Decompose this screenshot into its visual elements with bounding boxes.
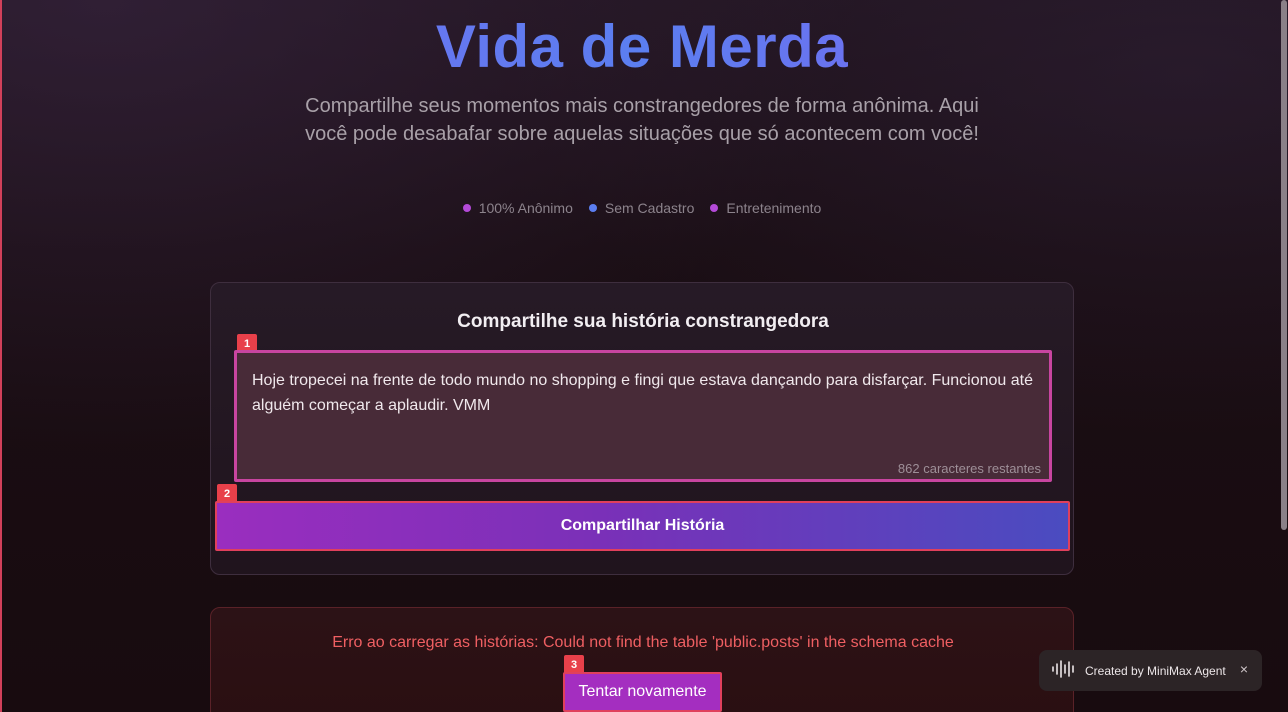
feature-label: 100% Anônimo <box>478 200 573 216</box>
feature-dot-icon <box>588 204 597 212</box>
minimax-label: Created by MiniMax Agent <box>1085 663 1226 678</box>
feature-entertainment: Entretenimento <box>710 200 821 216</box>
error-panel: Erro ao carregar as histórias: Could not… <box>210 607 1074 712</box>
page: Vida de Merda Compartilhe seus momentos … <box>0 0 1288 712</box>
site-subtitle: Compartilhe seus momentos mais constrang… <box>305 95 979 145</box>
close-icon[interactable]: × <box>1240 661 1248 677</box>
form-title: Compartilhe sua história constrangedora <box>457 311 829 332</box>
minimax-badge[interactable]: Created by MiniMax Agent × <box>1039 650 1262 691</box>
scrollbar-thumb[interactable] <box>1281 0 1287 530</box>
feature-anonymous: 100% Anônimo <box>462 200 573 216</box>
char-counter: 862 caracteres restantes <box>897 461 1041 476</box>
feature-list: 100% Anônimo Sem Cadastro Entretenimento <box>2 200 1282 216</box>
story-textarea[interactable]: Hoje tropecei na frente de todo mundo no… <box>234 350 1052 482</box>
waveform-icon <box>1051 659 1077 682</box>
feature-label: Sem Cadastro <box>604 200 695 216</box>
feature-no-signup: Sem Cadastro <box>588 200 695 216</box>
story-form-card: Compartilhe sua história constrangedora … <box>210 282 1074 575</box>
share-story-button[interactable]: Compartilhar História <box>215 501 1070 551</box>
feature-dot-icon <box>462 204 471 212</box>
error-message: Erro ao carregar as histórias: Could not… <box>332 634 954 651</box>
retry-button[interactable]: Tentar novamente <box>563 672 722 712</box>
scrollbar[interactable] <box>1280 0 1288 712</box>
site-title: Vida de Merda <box>2 12 1282 81</box>
feature-label: Entretenimento <box>726 200 822 216</box>
story-text[interactable]: Hoje tropecei na frente de todo mundo no… <box>252 368 1042 418</box>
feature-dot-icon <box>710 204 719 212</box>
